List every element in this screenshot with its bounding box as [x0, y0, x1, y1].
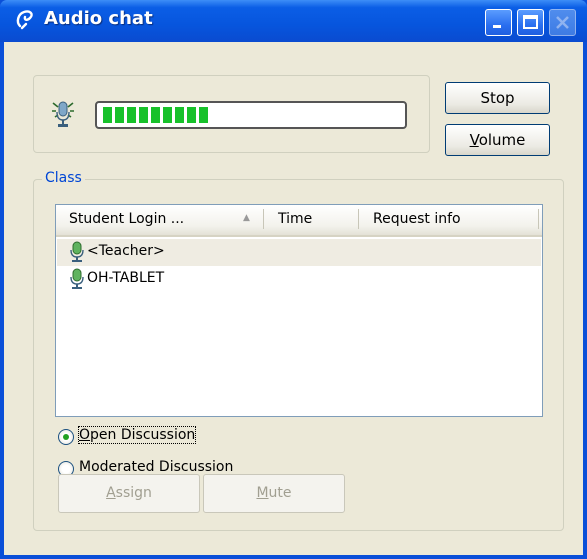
assign-button-label: ssign — [115, 485, 152, 501]
student-row[interactable]: OH-TABLET — [57, 266, 541, 293]
student-list-header: Student Login ... ▲ Time Request info — [56, 205, 542, 237]
volume-button[interactable]: Volume — [445, 124, 550, 156]
moderated-discussion-label: Moderated Discussion — [79, 459, 234, 475]
column-header-request-info[interactable]: Request info — [373, 211, 461, 227]
level-segment — [187, 107, 196, 123]
student-name: <Teacher> — [87, 243, 165, 259]
level-segment — [103, 107, 112, 123]
minimize-icon — [493, 25, 501, 28]
assign-button-accel: A — [106, 485, 116, 501]
column-header-student-login[interactable]: Student Login ... — [69, 211, 184, 227]
open-discussion-text: pen Discussion — [90, 427, 196, 443]
microphone-icon — [70, 241, 84, 262]
column-divider[interactable] — [538, 209, 539, 229]
stop-button[interactable]: Stop — [445, 82, 550, 114]
mute-button-label: ute — [268, 485, 292, 501]
audio-level-meter — [95, 101, 407, 129]
close-icon — [556, 16, 569, 29]
class-group-label: Class — [42, 170, 85, 186]
mute-button[interactable]: Mute — [203, 474, 345, 513]
student-list[interactable]: Student Login ... ▲ Time Request info <T… — [55, 204, 543, 417]
title-bar[interactable]: Audio chat — [0, 0, 587, 42]
level-segment — [199, 107, 208, 123]
open-discussion-label: Open Discussion — [77, 426, 197, 444]
maximize-icon — [523, 15, 538, 29]
maximize-button[interactable] — [517, 9, 544, 36]
window-client-area: Stop Volume Class Student Login ... ▲ Ti… — [4, 42, 583, 555]
level-segment — [139, 107, 148, 123]
sort-ascending-icon: ▲ — [243, 213, 250, 223]
student-name: OH-TABLET — [87, 270, 165, 286]
assign-button[interactable]: Assign — [58, 474, 200, 513]
close-button[interactable] — [549, 9, 576, 36]
class-group: Class Student Login ... ▲ Time Request i… — [33, 170, 564, 531]
open-discussion-accel: O — [79, 427, 91, 443]
level-segment — [163, 107, 172, 123]
radio-selected-dot — [63, 434, 69, 440]
level-segment — [127, 107, 136, 123]
stop-button-label: Stop — [480, 89, 515, 107]
level-segment — [175, 107, 184, 123]
audio-chat-icon — [16, 10, 33, 30]
radio-circle — [58, 429, 74, 445]
volume-button-accel: V — [469, 131, 479, 149]
column-divider[interactable] — [263, 209, 264, 229]
audio-chat-window: Audio chat Stop Volume Class Student Log… — [0, 0, 587, 559]
microphone-icon — [70, 268, 84, 289]
window-title: Audio chat — [44, 8, 153, 29]
column-header-time[interactable]: Time — [278, 211, 312, 227]
volume-button-label: olume — [478, 131, 526, 149]
audio-level-group — [33, 75, 430, 153]
minimize-button[interactable] — [485, 9, 512, 36]
column-divider[interactable] — [358, 209, 359, 229]
level-segment — [151, 107, 160, 123]
student-row[interactable]: <Teacher> — [57, 239, 541, 266]
microphone-active-icon — [52, 101, 74, 127]
mute-button-accel: M — [256, 485, 269, 501]
level-segment — [115, 107, 124, 123]
